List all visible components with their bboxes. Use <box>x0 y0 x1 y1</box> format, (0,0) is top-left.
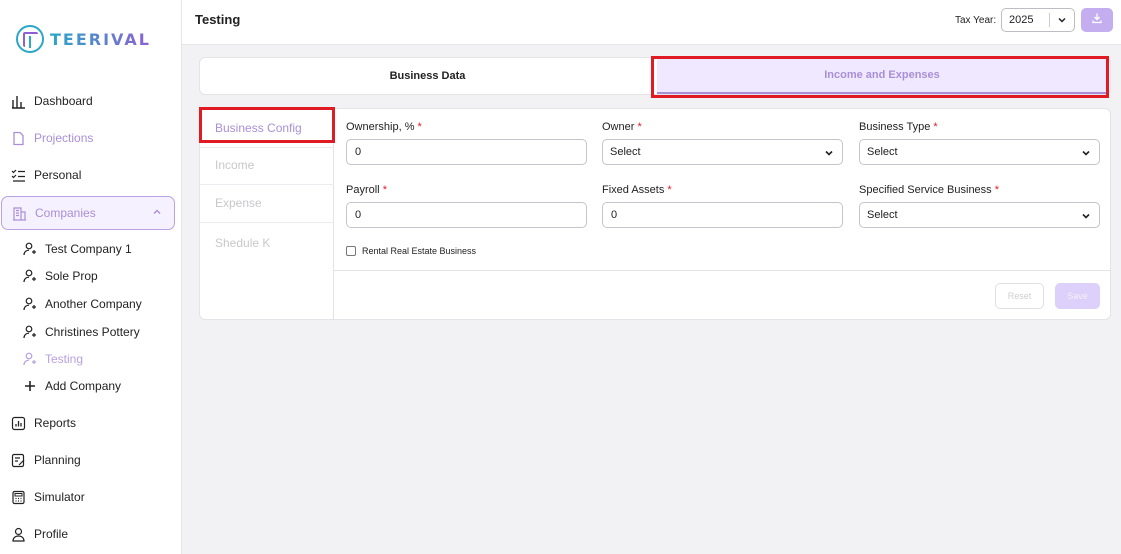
page-title: Testing <box>195 12 241 27</box>
sidebar-item-label: Planning <box>34 453 81 467</box>
business-config-panel: Business Config Income Expense Shedule K… <box>199 108 1111 320</box>
fixed-assets-label: Fixed Assets * <box>602 184 672 196</box>
rental-real-estate-row[interactable]: Rental Real Estate Business <box>346 246 476 256</box>
sidebar-item-label: Personal <box>34 168 82 182</box>
company-item-label: Christines Pottery <box>45 325 140 339</box>
sidebar-item-label: Simulator <box>34 490 85 504</box>
user-settings-icon <box>22 242 37 257</box>
ownership-input[interactable]: 0 <box>346 139 587 165</box>
download-button[interactable] <box>1081 8 1113 32</box>
building-icon <box>11 205 28 222</box>
company-item-label: Sole Prop <box>45 269 98 283</box>
company-item-christines-pottery[interactable]: Christines Pottery <box>22 322 140 342</box>
plus-icon <box>22 379 37 394</box>
add-company-button[interactable]: Add Company <box>22 376 121 396</box>
sidebar-item-personal[interactable]: Personal <box>10 162 175 188</box>
rental-real-estate-label: Rental Real Estate Business <box>362 246 477 256</box>
side-tab-label: Expense <box>215 196 262 210</box>
sidebar: TEERIVAL Dashboard Projections Personal … <box>0 0 182 554</box>
report-icon <box>10 415 27 432</box>
fixed-assets-input[interactable]: 0 <box>602 202 843 228</box>
checklist-icon <box>10 167 27 184</box>
planning-icon <box>10 452 27 469</box>
tab-business-data[interactable]: Business Data <box>200 58 655 94</box>
company-item-sole-prop[interactable]: Sole Prop <box>22 266 98 286</box>
owner-label: Owner * <box>602 121 642 133</box>
company-item-label: Test Company 1 <box>45 242 132 256</box>
sidebar-item-label: Projections <box>34 131 94 145</box>
user-settings-icon <box>22 352 37 367</box>
side-tabs: Business Config Income Expense Shedule K <box>200 109 334 319</box>
company-item-testing[interactable]: Testing <box>22 349 83 369</box>
side-tab-label: Income <box>215 158 255 172</box>
document-icon <box>10 130 27 147</box>
company-item-another-company[interactable]: Another Company <box>22 294 142 314</box>
company-item-test-company-1[interactable]: Test Company 1 <box>22 239 132 259</box>
sidebar-item-label: Reports <box>34 416 77 430</box>
sidebar-item-reports[interactable]: Reports <box>10 410 175 436</box>
payroll-label: Payroll * <box>346 184 387 196</box>
sidebar-item-dashboard[interactable]: Dashboard <box>10 88 175 114</box>
user-settings-icon <box>22 325 37 340</box>
save-button[interactable]: Save <box>1055 283 1100 309</box>
calculator-icon <box>10 489 27 506</box>
company-item-label: Another Company <box>45 297 142 311</box>
rental-real-estate-checkbox[interactable] <box>346 246 356 256</box>
user-settings-icon <box>22 297 37 312</box>
logo-text: TEERIVAL <box>50 29 151 49</box>
specified-service-select[interactable]: Select <box>859 202 1100 228</box>
user-icon <box>10 526 27 543</box>
tax-year-label: Tax Year: <box>955 15 997 26</box>
company-item-label: Testing <box>45 352 84 366</box>
owner-select[interactable]: Select <box>602 139 843 165</box>
sidebar-item-profile[interactable]: Profile <box>10 521 175 547</box>
side-tab-expense[interactable]: Expense <box>200 184 334 223</box>
top-header: Testing Tax Year: 2025 <box>182 0 1121 45</box>
sidebar-item-projections[interactable]: Projections <box>10 125 175 151</box>
chevron-down-icon <box>1081 211 1091 224</box>
tab-income-and-expenses[interactable]: Income and Expenses <box>657 58 1107 94</box>
sidebar-item-label: Dashboard <box>34 94 93 108</box>
chevron-down-icon <box>1081 148 1091 161</box>
business-type-select[interactable]: Select <box>859 139 1100 165</box>
sidebar-item-simulator[interactable]: Simulator <box>10 484 175 510</box>
reset-button[interactable]: Reset <box>995 283 1044 309</box>
download-icon <box>1091 11 1103 29</box>
footer-divider <box>334 270 1110 271</box>
ownership-label: Ownership, % * <box>346 121 422 133</box>
chevron-up-icon <box>152 206 162 220</box>
side-tab-shedule-k[interactable]: Shedule K <box>200 223 334 262</box>
tax-year-value: 2025 <box>1009 14 1034 26</box>
sidebar-item-label: Companies <box>35 206 96 220</box>
user-settings-icon <box>22 269 37 284</box>
app-logo[interactable]: TEERIVAL <box>16 25 151 53</box>
tax-year-select[interactable]: 2025 <box>1001 8 1075 32</box>
side-tab-business-config[interactable]: Business Config <box>200 109 334 148</box>
side-tab-income[interactable]: Income <box>200 146 334 185</box>
specified-service-label: Specified Service Business * <box>859 184 1000 196</box>
side-tab-label: Business Config <box>215 121 302 135</box>
business-type-label: Business Type * <box>859 121 938 133</box>
chevron-down-icon <box>824 148 834 161</box>
add-company-label: Add Company <box>45 379 122 393</box>
logo-icon <box>16 25 44 53</box>
bar-chart-icon <box>10 93 27 110</box>
payroll-input[interactable]: 0 <box>346 202 587 228</box>
tab-label: Income and Expenses <box>824 69 940 81</box>
tab-label: Business Data <box>389 70 466 82</box>
side-tab-label: Shedule K <box>215 235 271 250</box>
main-tabs: Business Data Income and Expenses <box>199 57 1111 95</box>
sidebar-item-label: Profile <box>34 527 69 541</box>
sidebar-item-companies[interactable]: Companies <box>1 196 175 230</box>
sidebar-item-planning[interactable]: Planning <box>10 447 175 473</box>
chevron-down-icon <box>1050 15 1074 25</box>
